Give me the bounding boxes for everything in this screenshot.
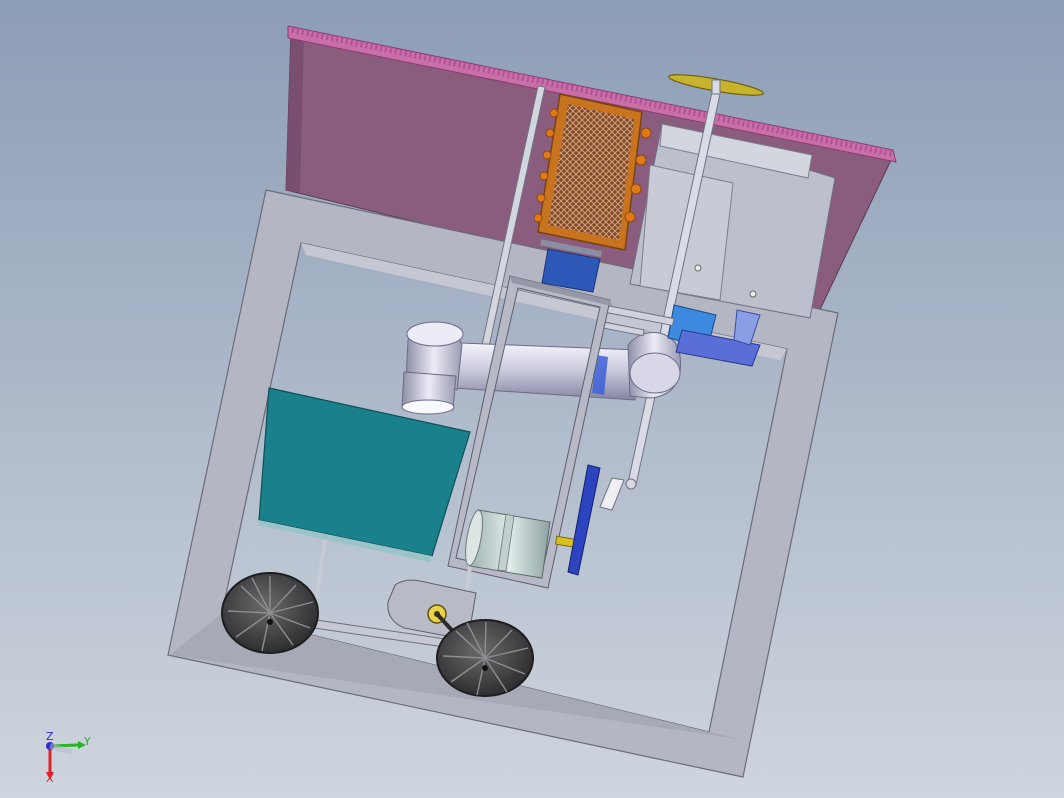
control-cabinet — [629, 123, 836, 319]
wheel-front — [221, 572, 319, 654]
axis-y-label: Y — [84, 735, 91, 748]
axis-x-label: X — [46, 772, 54, 785]
pump-pipe — [401, 321, 682, 415]
wheel-rear — [436, 619, 534, 697]
cad-3d-viewport[interactable]: Z Y X — [0, 0, 1064, 798]
axis-z-label: Z — [46, 730, 54, 743]
crank-linkage — [599, 477, 637, 511]
cad-model — [46, 25, 897, 780]
flywheel-plate — [567, 464, 601, 576]
